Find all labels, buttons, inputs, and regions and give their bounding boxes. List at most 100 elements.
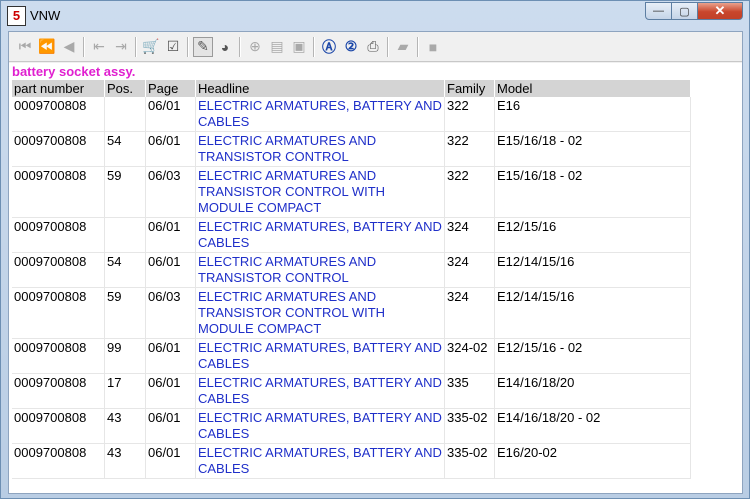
column-header-pos[interactable]: Pos. <box>104 80 146 97</box>
cell-page: 06/01 <box>145 443 196 479</box>
parts-table: part number Pos. Page Headline Family Mo… <box>12 80 691 479</box>
cell-pos: 17 <box>104 373 146 409</box>
cell-model: E16 <box>494 97 691 132</box>
table-row[interactable]: 0009700808 54 06/01 ELECTRIC ARMATURES AND … <box>12 131 691 167</box>
cell-pos <box>104 97 146 132</box>
first-icon[interactable]: ⏮ <box>15 37 35 57</box>
cell-part-number: 0009700808 <box>12 217 105 253</box>
table-row[interactable]: 0009700808 99 06/01 ELECTRIC ARMATURES, BAT… <box>12 338 691 374</box>
cell-page: 06/03 <box>145 166 196 218</box>
cell-headline[interactable]: ELECTRIC ARMATURES, BATTERY AND CABLES <box>195 373 445 409</box>
cell-page: 06/01 <box>145 97 196 132</box>
cell-family: 335-02 <box>444 408 495 444</box>
column-header-model[interactable]: Model <box>494 80 691 97</box>
cell-pos: 54 <box>104 252 146 288</box>
table-row[interactable]: 0009700808 06/01 ELECTRIC ARMATURES, BATTE… <box>12 217 691 253</box>
cell-page: 06/01 <box>145 252 196 288</box>
cell-model: E15/16/18 - 02 <box>494 166 691 218</box>
cell-page: 06/03 <box>145 287 196 339</box>
page-icon[interactable]: ▤ <box>267 37 287 57</box>
cell-family: 322 <box>444 131 495 167</box>
cell-headline[interactable]: ELECTRIC ARMATURES, BATTERY AND CABLES <box>195 408 445 444</box>
window-controls: — ▢ ✕ <box>645 2 743 21</box>
cell-family: 324 <box>444 252 495 288</box>
zoom-icon[interactable]: ⊕ <box>245 37 265 57</box>
cell-part-number: 0009700808 <box>12 97 105 132</box>
cell-headline[interactable]: ELECTRIC ARMATURES AND TRANSISTOR CONTRO… <box>195 131 445 167</box>
cell-part-number: 0009700808 <box>12 408 105 444</box>
bookmark-back-icon[interactable]: ⇤ <box>89 37 109 57</box>
close-button[interactable]: ✕ <box>698 2 743 20</box>
cell-headline[interactable]: ELECTRIC ARMATURES, BATTERY AND CABLES <box>195 338 445 374</box>
table-row[interactable]: 0009700808 59 06/03 ELECTRIC ARMATURES AND … <box>12 166 691 218</box>
stop-icon[interactable]: ■ <box>423 37 443 57</box>
cell-page: 06/01 <box>145 217 196 253</box>
cell-headline[interactable]: ELECTRIC ARMATURES, BATTERY AND CABLES <box>195 443 445 479</box>
cell-pos: 59 <box>104 166 146 218</box>
toolbar-separator <box>387 36 389 57</box>
cell-part-number: 0009700808 <box>12 443 105 479</box>
table-row[interactable]: 0009700808 43 06/01 ELECTRIC ARMATURES, BAT… <box>12 408 691 444</box>
cell-part-number: 0009700808 <box>12 338 105 374</box>
cell-family: 322 <box>444 97 495 132</box>
print-icon[interactable]: ⎙ <box>363 37 383 57</box>
table-row[interactable]: 0009700808 43 06/01 ELECTRIC ARMATURES, BAT… <box>12 443 691 479</box>
cell-pos: 54 <box>104 131 146 167</box>
cell-pos: 43 <box>104 443 146 479</box>
client-area: ⏮ ⏪ ◀ ⇤ ⇥ 🛒 ☑ ✎ ◕ ⊕ ▤ ▣ Ⓐ ② ⎙ ▰ ■ battery socket assy. p… <box>8 31 743 494</box>
cell-family: 322 <box>444 166 495 218</box>
minimize-button[interactable]: — <box>645 2 672 20</box>
toolbar-separator <box>135 36 137 57</box>
cell-headline[interactable]: ELECTRIC ARMATURES, BATTERY AND CABLES <box>195 97 445 132</box>
cell-page: 06/01 <box>145 373 196 409</box>
cart-icon[interactable]: 🛒 <box>141 37 161 57</box>
cell-family: 324 <box>444 287 495 339</box>
cell-part-number: 0009700808 <box>12 166 105 218</box>
column-header-headline[interactable]: Headline <box>195 80 445 97</box>
cell-headline[interactable]: ELECTRIC ARMATURES AND TRANSISTOR CONTRO… <box>195 287 445 339</box>
cell-family: 324-02 <box>444 338 495 374</box>
table-row[interactable]: 0009700808 59 06/03 ELECTRIC ARMATURES AND … <box>12 287 691 339</box>
cell-headline[interactable]: ELECTRIC ARMATURES AND TRANSISTOR CONTRO… <box>195 166 445 218</box>
cell-model: E14/16/18/20 <box>494 373 691 409</box>
title-bar[interactable]: 5 VNW — ▢ ✕ <box>1 1 749 29</box>
cell-model: E12/14/15/16 <box>494 252 691 288</box>
prev-fast-icon[interactable]: ⏪ <box>37 37 57 57</box>
cell-pos: 59 <box>104 287 146 339</box>
table-row[interactable]: 0009700808 54 06/01 ELECTRIC ARMATURES AND … <box>12 252 691 288</box>
toolbar-separator <box>239 36 241 57</box>
toolbar-separator <box>83 36 85 57</box>
checklist-icon[interactable]: ☑ <box>163 37 183 57</box>
app-window: 5 VNW — ▢ ✕ ⏮ ⏪ ◀ ⇤ ⇥ 🛒 ☑ ✎ ◕ ⊕ ▤ ▣ Ⓐ ② ⎙ ▰ ■ battery so… <box>0 0 750 499</box>
cell-headline[interactable]: ELECTRIC ARMATURES, BATTERY AND CABLES <box>195 217 445 253</box>
note-icon[interactable]: ▰ <box>393 37 413 57</box>
cell-part-number: 0009700808 <box>12 373 105 409</box>
cell-part-number: 0009700808 <box>12 287 105 339</box>
bookmark-forward-icon[interactable]: ⇥ <box>111 37 131 57</box>
table-row[interactable]: 0009700808 06/01 ELECTRIC ARMATURES, BATTE… <box>12 97 691 132</box>
window-title: VNW <box>30 8 61 23</box>
column-header-family[interactable]: Family <box>444 80 495 97</box>
table-row[interactable]: 0009700808 17 06/01 ELECTRIC ARMATURES, BAT… <box>12 373 691 409</box>
search-2-icon[interactable]: ② <box>341 37 361 57</box>
cell-headline[interactable]: ELECTRIC ARMATURES AND TRANSISTOR CONTRO… <box>195 252 445 288</box>
app-icon[interactable]: 5 <box>7 6 26 26</box>
results-panel: battery socket assy. part number Pos. Pa… <box>9 63 742 493</box>
cell-pos <box>104 217 146 253</box>
table-header-row: part number Pos. Page Headline Family Mo… <box>12 80 691 97</box>
column-header-page[interactable]: Page <box>145 80 196 97</box>
prev-icon[interactable]: ◀ <box>59 37 79 57</box>
maximize-button[interactable]: ▢ <box>672 2 698 20</box>
page-p-icon[interactable]: ▣ <box>289 37 309 57</box>
cell-pos: 43 <box>104 408 146 444</box>
cell-page: 06/01 <box>145 338 196 374</box>
cell-page: 06/01 <box>145 408 196 444</box>
toolbar: ⏮ ⏪ ◀ ⇤ ⇥ 🛒 ☑ ✎ ◕ ⊕ ▤ ▣ Ⓐ ② ⎙ ▰ ■ <box>9 32 742 62</box>
toolbar-separator <box>313 36 315 57</box>
column-header-part-number[interactable]: part number <box>12 80 105 97</box>
globe-icon[interactable]: ◕ <box>215 37 235 57</box>
search-a-icon[interactable]: Ⓐ <box>319 37 339 57</box>
cell-model: E15/16/18 - 02 <box>494 131 691 167</box>
pencil-icon[interactable]: ✎ <box>193 36 213 57</box>
cell-model: E16/20-02 <box>494 443 691 479</box>
